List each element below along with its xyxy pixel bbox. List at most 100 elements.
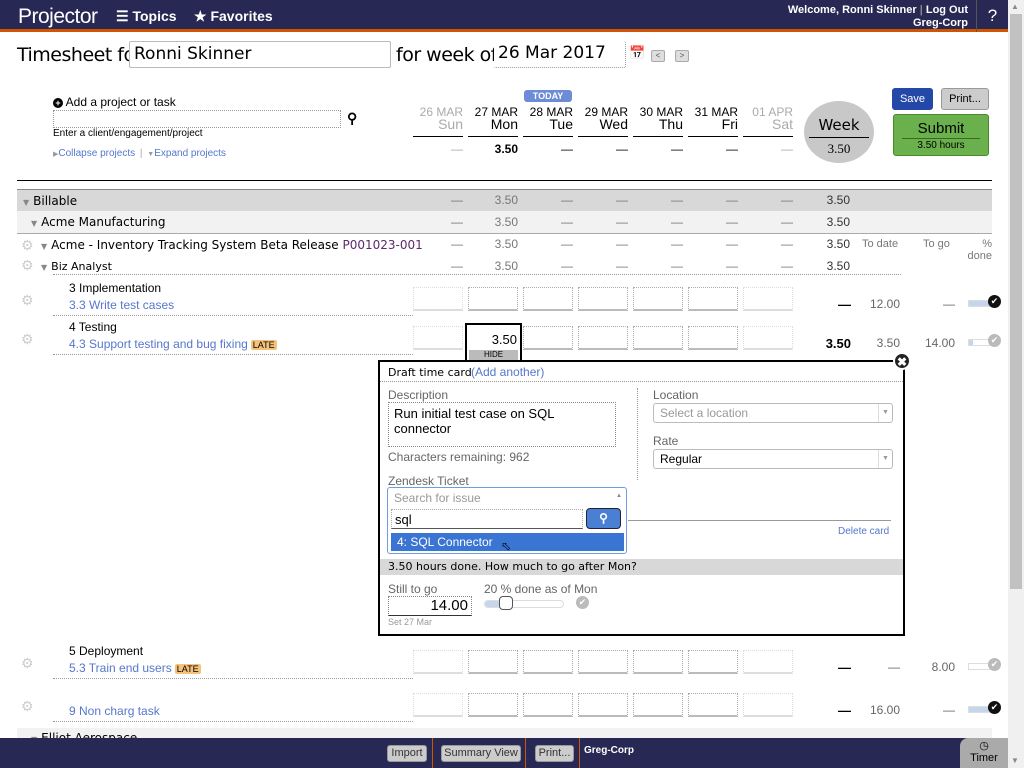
time-entry-cell[interactable] (633, 326, 683, 350)
gear-icon[interactable]: ⚙ (21, 292, 34, 309)
group-day-value: — (671, 193, 683, 207)
search-icon[interactable]: ⚲ (347, 110, 357, 127)
time-entry-cell[interactable] (468, 650, 518, 674)
add-another-link[interactable]: (Add another) (471, 365, 544, 379)
next-week-button[interactable]: > (675, 50, 689, 62)
nav-topics[interactable]: ☰ Topics (116, 8, 177, 25)
zendesk-search-input[interactable]: sql (391, 509, 583, 529)
rate-select[interactable]: Regular ▼ (653, 449, 893, 469)
collapse-triangle-icon[interactable]: ▼ (31, 219, 37, 228)
nav-favorites[interactable]: ★ Favorites (194, 8, 273, 25)
footer-print-button[interactable]: Print... (535, 745, 574, 762)
pct-slider-handle[interactable] (498, 596, 513, 610)
plus-circle-icon: + (53, 98, 63, 108)
description-textarea[interactable]: Run initial test case on SQL connector (388, 402, 616, 447)
add-project-input[interactable] (53, 110, 341, 128)
time-entry-cell[interactable] (468, 287, 518, 311)
scroll-up-icon[interactable]: ▲ (1011, 2, 1019, 11)
time-entry-cell[interactable] (578, 693, 628, 717)
active-time-entry[interactable]: 3.50 HIDE (465, 323, 522, 361)
time-entry-cell[interactable] (578, 287, 628, 311)
time-entry-cell[interactable] (633, 693, 683, 717)
user-field[interactable]: Ronni Skinner (129, 41, 391, 68)
close-icon[interactable]: ✖ (893, 352, 911, 370)
group-day-value: — (451, 259, 463, 273)
task-link[interactable]: 9 Non charg task (69, 704, 160, 718)
hide-button[interactable]: HIDE (469, 350, 518, 360)
task-link[interactable]: 3.3 Write test cases (69, 298, 174, 312)
task-progress-fill (969, 707, 989, 712)
zendesk-search-button[interactable]: ⚲ (586, 508, 621, 529)
task-name[interactable]: 3.3 Write test cases (69, 298, 174, 312)
gear-icon[interactable]: ⚙ (21, 698, 34, 715)
collapse-triangle-icon[interactable]: ▼ (41, 263, 47, 272)
expand-projects-link[interactable]: Expand projects (154, 148, 226, 159)
check-circle-icon[interactable]: ✔ (988, 658, 1001, 671)
time-entry-cell[interactable] (413, 693, 463, 717)
check-circle-icon[interactable]: ✔ (988, 295, 1001, 308)
time-entry-cell[interactable] (743, 693, 793, 717)
gear-icon[interactable]: ⚙ (21, 238, 34, 254)
check-circle-icon[interactable]: ✔ (988, 701, 1001, 714)
gear-icon[interactable]: ⚙ (21, 258, 34, 274)
collapse-triangle-icon[interactable]: ▼ (41, 242, 47, 251)
task-to-date: 12.00 (869, 297, 900, 311)
collapse-projects-link[interactable]: Collapse projects (58, 148, 135, 159)
time-entry-cell[interactable] (688, 693, 738, 717)
time-entry-cell[interactable] (743, 326, 793, 350)
task-name[interactable]: 4.3 Support testing and bug fixing LATE (69, 337, 277, 351)
divider (523, 136, 573, 137)
time-entry-cell[interactable] (633, 287, 683, 311)
scroll-down-icon[interactable]: ▼ (1011, 756, 1019, 765)
logout-link[interactable]: Log Out (926, 4, 968, 16)
time-entry-cell[interactable] (688, 326, 738, 350)
col-to-go: To go (923, 238, 950, 250)
save-button[interactable]: Save (892, 88, 933, 110)
check-circle-icon[interactable]: ✔ (988, 334, 1001, 347)
time-entry-cell[interactable] (523, 650, 573, 674)
timer-button[interactable]: ◷ Timer (960, 738, 1008, 768)
time-entry-cell[interactable] (743, 287, 793, 311)
submit-button[interactable]: Submit 3.50 hours (893, 114, 989, 156)
group-week-total: 3.50 (826, 259, 850, 273)
help-button[interactable]: ? (976, 0, 1008, 32)
gear-icon[interactable]: ⚙ (21, 655, 34, 672)
check-circle-icon[interactable]: ✔ (576, 596, 589, 609)
print-button[interactable]: Print... (941, 88, 989, 110)
summary-view-button[interactable]: Summary View (441, 745, 521, 762)
company-name: Greg-Corp (913, 17, 968, 29)
time-entry-cell[interactable] (578, 650, 628, 674)
collapse-triangle-icon[interactable]: ▼ (23, 198, 29, 207)
time-entry-cell[interactable] (688, 287, 738, 311)
time-entry-cell[interactable] (523, 326, 573, 350)
projector-logo[interactable]: Projector (18, 5, 98, 29)
task-week-total: — (838, 660, 851, 675)
delete-card-link[interactable]: Delete card (838, 526, 889, 537)
task-link[interactable]: 4.3 Support testing and bug fixing (69, 337, 248, 351)
time-entry-cell[interactable] (633, 650, 683, 674)
time-entry-cell[interactable] (413, 287, 463, 311)
task-name[interactable]: 9 Non charg task (69, 704, 160, 718)
time-entry-cell[interactable] (523, 287, 573, 311)
time-entry-cell[interactable] (743, 650, 793, 674)
time-entry-cell[interactable] (413, 650, 463, 674)
time-entry-value[interactable]: 3.50 (492, 332, 517, 347)
still-to-go-input[interactable]: 14.00 (388, 596, 472, 616)
task-link[interactable]: 5.3 Train end users (69, 661, 172, 675)
import-button[interactable]: Import (387, 745, 427, 762)
week-date-field[interactable]: 26 Mar 2017 (494, 41, 626, 68)
scrollbar-thumb[interactable] (1010, 14, 1022, 589)
add-project-label[interactable]: + Add a project or task (53, 95, 176, 109)
time-entry-cell[interactable] (468, 693, 518, 717)
page-scrollbar[interactable]: ▲ ▼ (1008, 0, 1024, 768)
location-select[interactable]: Select a location ▼ (653, 403, 893, 423)
prev-week-button[interactable]: < (651, 50, 665, 62)
time-entry-cell[interactable] (413, 326, 463, 350)
task-name[interactable]: 5.3 Train end users LATE (69, 661, 201, 675)
gear-icon[interactable]: ⚙ (21, 331, 34, 348)
time-entry-cell[interactable] (523, 693, 573, 717)
time-entry-cell[interactable] (688, 650, 738, 674)
time-entry-cell[interactable] (578, 326, 628, 350)
pct-slider-track[interactable] (484, 596, 564, 610)
calendar-icon[interactable]: 📅 (629, 45, 645, 61)
